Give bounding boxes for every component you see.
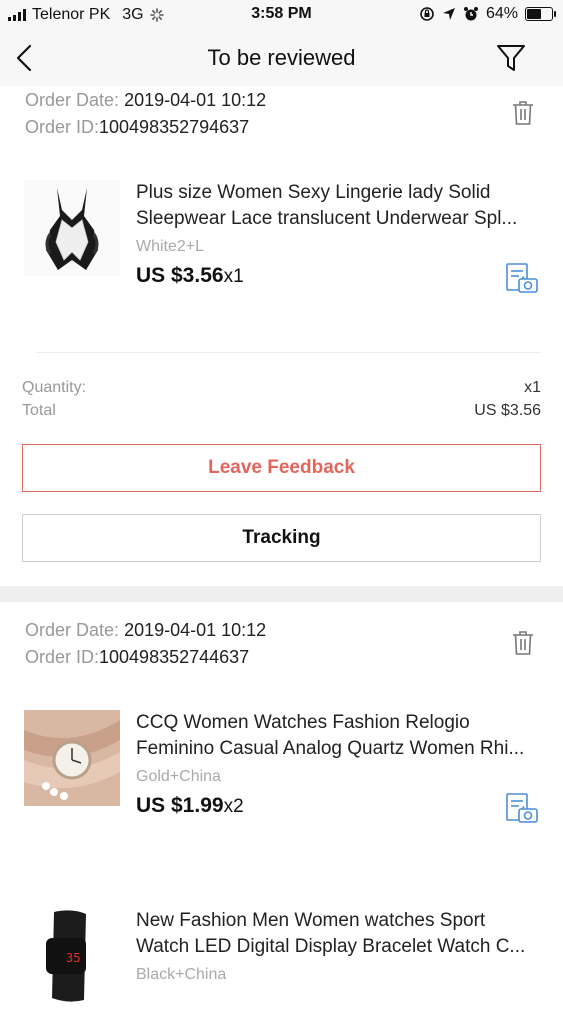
product-image[interactable]: 35 [24,908,120,1004]
order-date: Order Date: 2019-04-01 10:12 [25,620,266,641]
write-review-icon[interactable] [505,792,539,824]
product-variant: White2+L [136,238,205,255]
order-id-value: 100498352744637 [99,647,250,667]
product-price: US $1.99x2 [136,794,244,818]
order-card: Order Date: 2019-04-01 10:12 Order ID:10… [0,602,563,1004]
quantity-value: x1 [524,379,541,396]
price-qty: x1 [223,266,244,287]
product-price: US $3.56x1 [136,264,244,288]
product-title[interactable]: New Fashion Men Women watches Sport Watc… [136,908,541,960]
status-bar: Telenor PK 3G 3:58 PM 64% [0,0,563,30]
order-date-value: 2019-04-01 10:12 [124,90,267,110]
product-item[interactable]: Plus size Women Sexy Lingerie lady Solid… [0,180,563,300]
product-title-line: Plus size Women Sexy Lingerie lady Solid [136,182,491,203]
write-review-icon[interactable] [505,262,539,294]
filter-icon[interactable] [495,42,527,74]
section-separator [0,586,563,602]
product-title[interactable]: CCQ Women Watches Fashion Relogio Femini… [136,710,541,762]
rotation-lock-icon [420,7,434,21]
product-title-line: Watch LED Digital Display Bracelet Watch… [136,936,526,957]
order-id-label: Order ID: [25,647,100,667]
total-row: Total US $3.56 [22,402,541,420]
product-title-line: Feminino Casual Analog Quartz Women Rhi.… [136,738,525,759]
quantity-label: Quantity: [22,379,87,396]
product-image[interactable] [24,180,120,276]
order-id: Order ID:100498352744637 [25,647,249,668]
order-id-label: Order ID: [25,117,100,137]
price-value: US $3.56 [136,264,224,287]
product-title[interactable]: Plus size Women Sexy Lingerie lady Solid… [136,180,541,232]
price-qty: x2 [223,796,244,817]
trash-icon[interactable] [511,100,535,126]
status-right: 64% [419,5,556,23]
product-title-line: CCQ Women Watches Fashion Relogio [136,712,470,733]
product-item[interactable]: 35 New Fashion Men Women watches Sport W… [0,908,563,1028]
product-item[interactable]: CCQ Women Watches Fashion Relogio Femini… [0,710,563,830]
total-label: Total [22,402,56,419]
order-date-label: Order Date: [25,620,120,640]
product-variant: Black+China [136,966,227,983]
battery-percent: 64% [485,5,518,22]
order-card: Order Date: 2019-04-01 10:12 Order ID:10… [0,86,563,586]
svg-text:35: 35 [66,951,80,965]
product-title-line: Sleepwear Lace translucent Underwear Spl… [136,208,518,229]
product-variant: Gold+China [136,768,221,785]
order-date-value: 2019-04-01 10:12 [124,620,267,640]
trash-icon[interactable] [511,630,535,656]
tracking-button[interactable]: Tracking [22,514,541,562]
order-id-value: 100498352794637 [99,117,250,137]
orders-list: Order Date: 2019-04-01 10:12 Order ID:10… [0,86,563,1004]
battery-level [527,9,541,19]
product-title-line: New Fashion Men Women watches Sport [136,910,486,931]
order-date-label: Order Date: [25,90,120,110]
leave-feedback-button[interactable]: Leave Feedback [22,444,541,492]
nav-bar: To be reviewed [0,30,563,86]
alarm-icon [463,7,478,21]
divider [36,352,541,353]
battery-icon [525,7,556,21]
quantity-row: Quantity: x1 [22,379,541,397]
total-value: US $3.56 [474,402,541,419]
page-title: To be reviewed [207,45,356,70]
order-date: Order Date: 2019-04-01 10:12 [25,90,266,111]
product-image[interactable] [24,710,120,806]
price-value: US $1.99 [136,794,224,817]
location-icon [442,8,455,20]
order-id: Order ID:100498352794637 [25,117,249,138]
